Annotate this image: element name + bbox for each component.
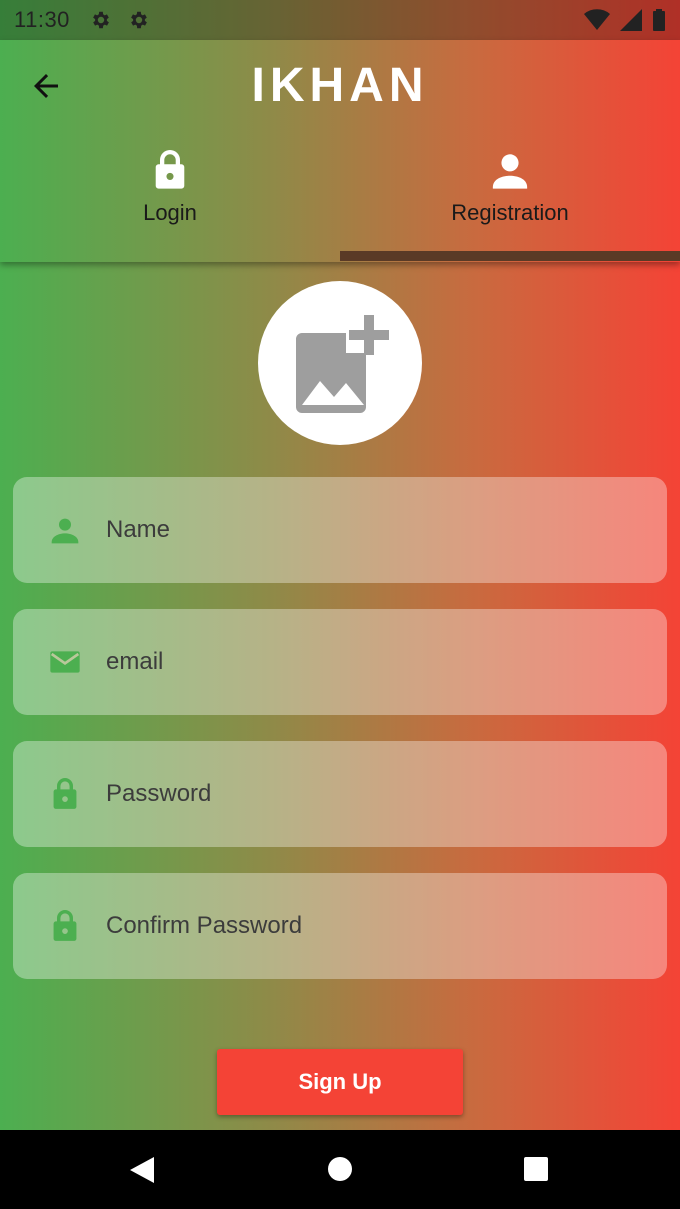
password-field[interactable]: Password [13, 741, 667, 847]
lock-icon [53, 778, 77, 809]
back-icon[interactable] [128, 1156, 156, 1184]
settings-icon [93, 11, 109, 29]
status-time: 11:30 [14, 7, 70, 32]
lock-icon [53, 910, 77, 941]
add-photo-icon [296, 315, 389, 413]
recents-icon[interactable] [523, 1156, 549, 1182]
tab-login[interactable]: Login [0, 140, 340, 262]
signal-icon [620, 9, 642, 31]
navigation-bar [0, 1130, 680, 1209]
confirm-password-placeholder: Confirm Password [106, 912, 303, 939]
tab-indicator [340, 251, 680, 261]
wifi-icon [584, 9, 610, 30]
name-placeholder: Name [106, 516, 171, 543]
status-icons [584, 9, 666, 31]
settings-icon [131, 11, 147, 29]
app-title: IKHAN [251, 59, 429, 112]
tab-label: Login [143, 200, 197, 225]
mail-icon [50, 651, 80, 673]
confirm-password-field[interactable]: Confirm Password [13, 873, 667, 979]
battery-icon [653, 9, 665, 31]
tab-registration[interactable]: Registration [340, 140, 680, 262]
person-icon [492, 154, 528, 189]
password-placeholder: Password [106, 780, 212, 807]
app-bar: IKHAN Login Registration [0, 40, 680, 262]
name-field[interactable]: Name [13, 477, 667, 583]
email-field[interactable]: email [13, 609, 667, 715]
home-icon[interactable] [327, 1156, 353, 1182]
tab-label: Registration [451, 200, 569, 225]
email-placeholder: email [106, 648, 164, 675]
lock-icon [155, 150, 185, 189]
status-bar: 11:30 [0, 0, 680, 40]
profile-image-picker[interactable] [258, 281, 422, 445]
person-icon [51, 518, 79, 544]
sign-up-button[interactable]: Sign Up [217, 1049, 463, 1115]
